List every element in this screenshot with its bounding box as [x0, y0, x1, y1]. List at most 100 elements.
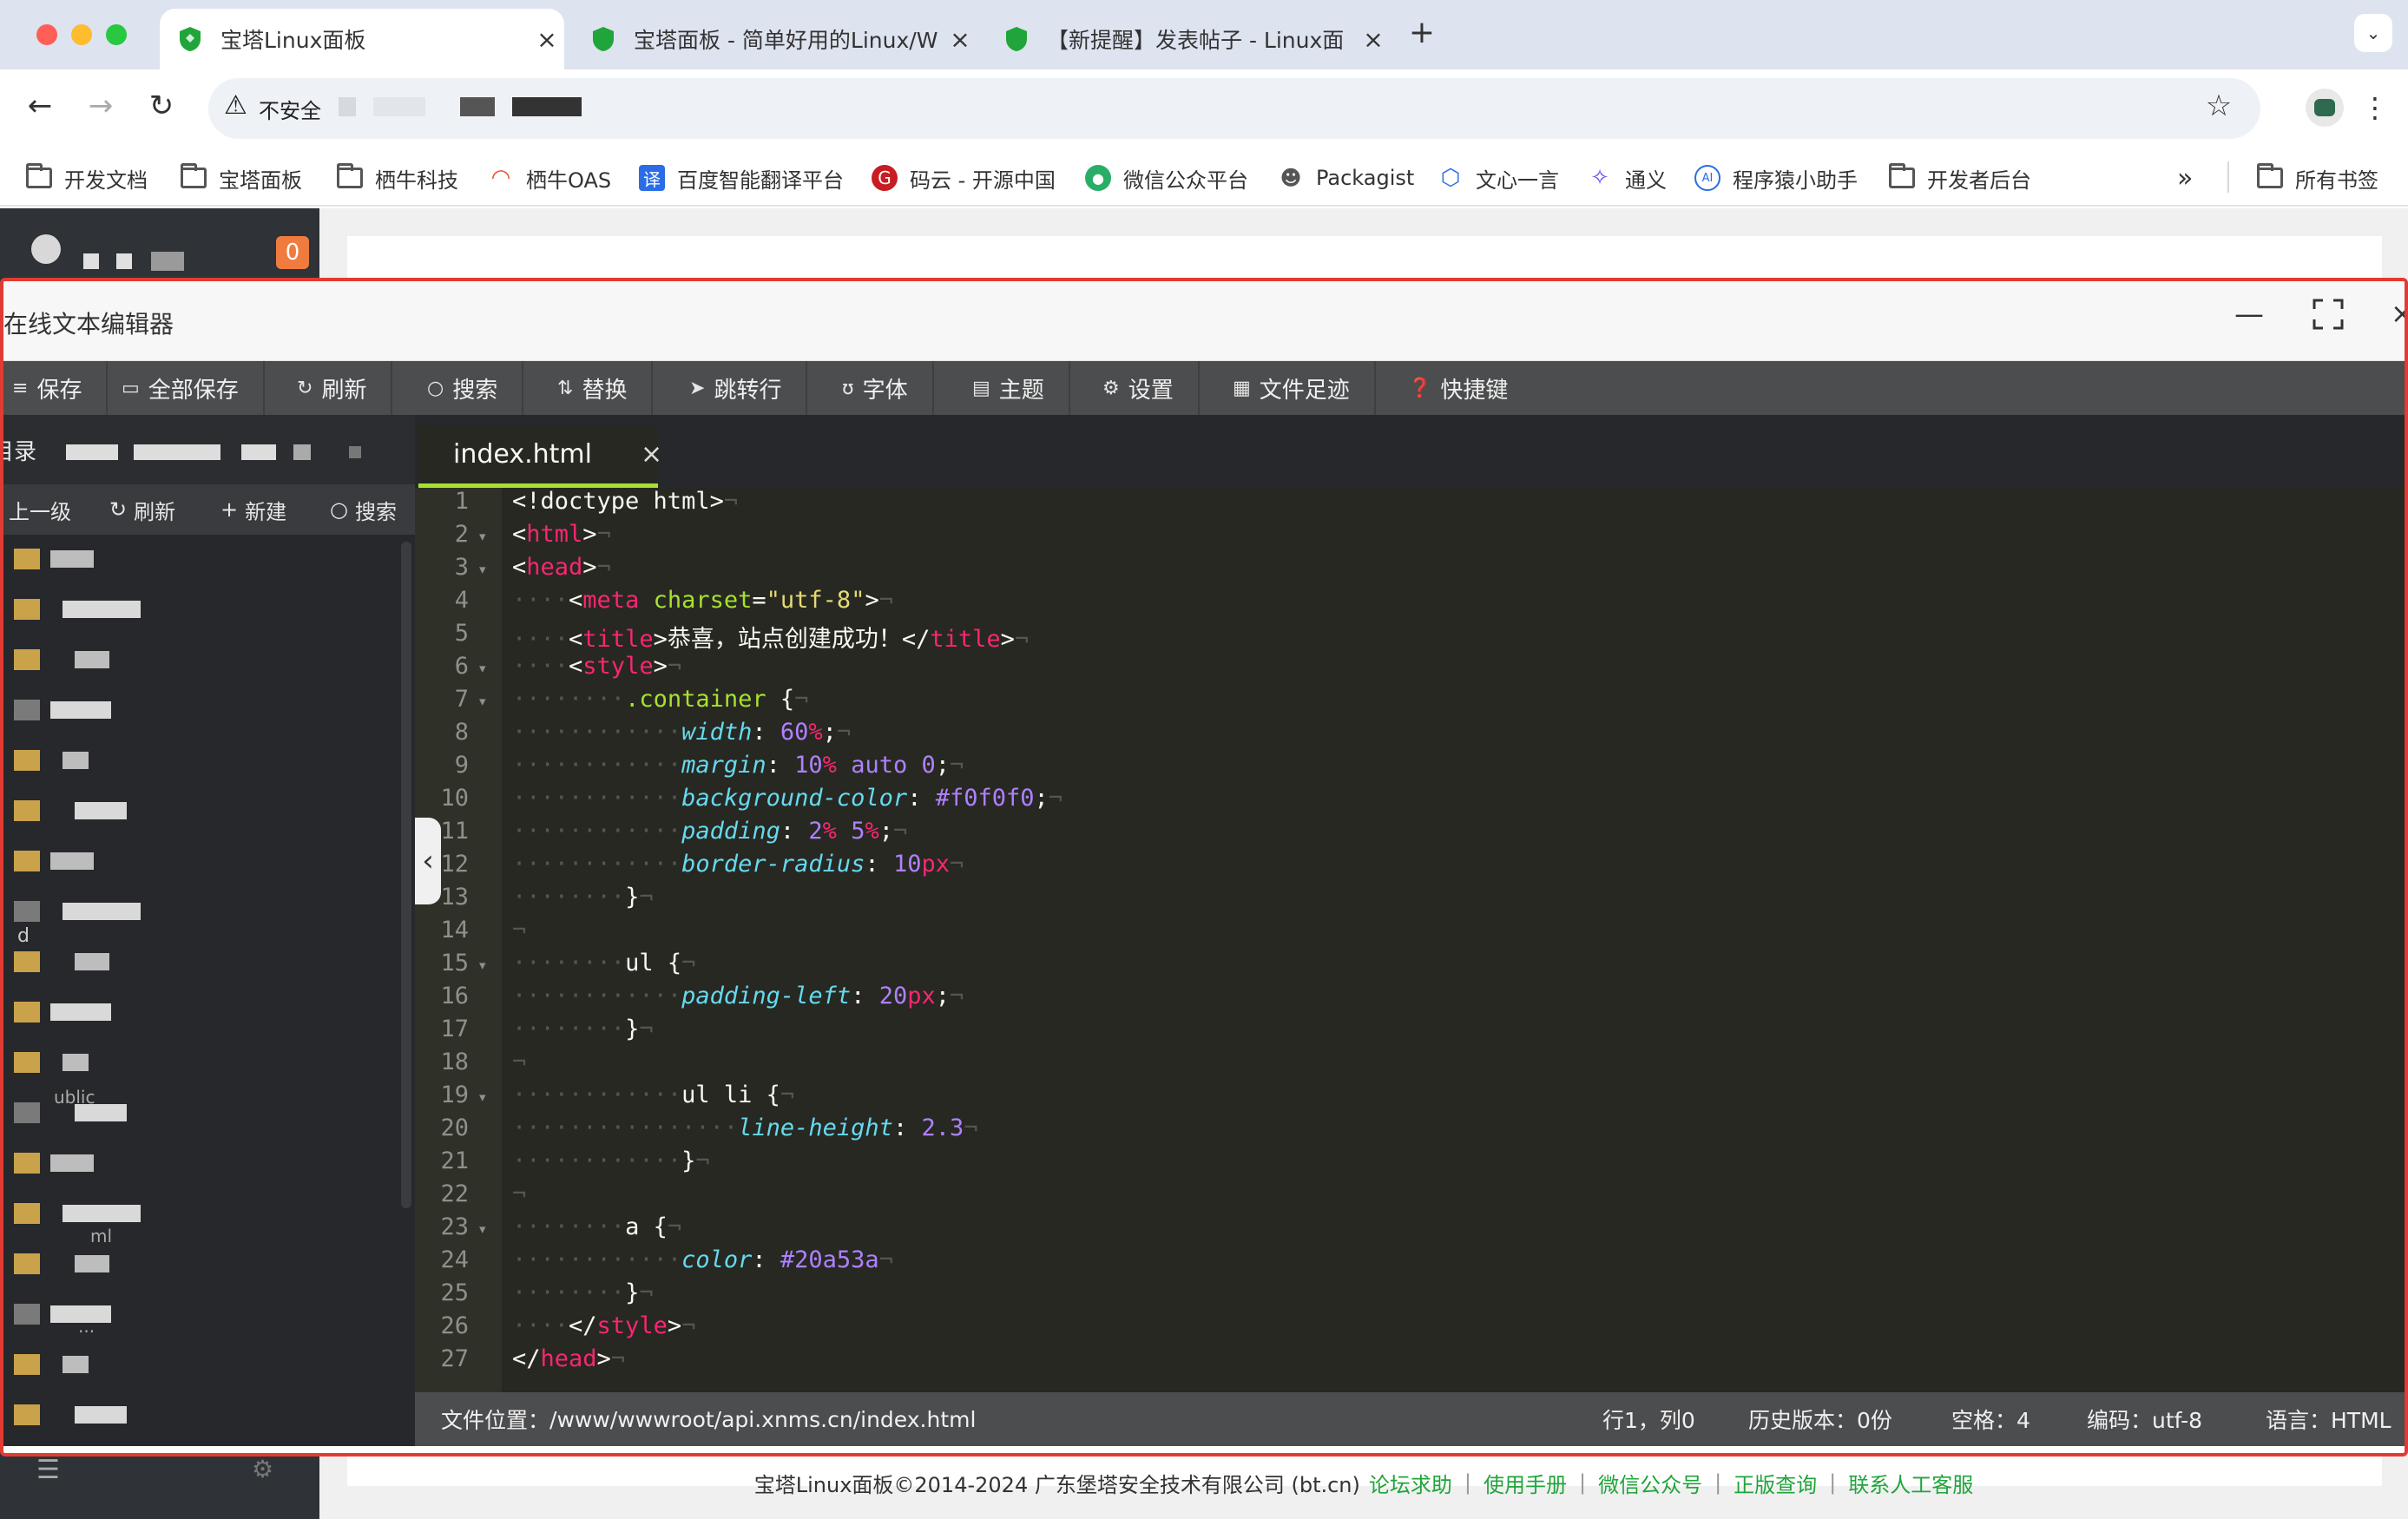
parent-dir-button[interactable]: 上一级 [9, 484, 71, 535]
tab-search-chevron-icon[interactable]: ⌄ [2354, 14, 2392, 52]
redacted-filename[interactable] [63, 601, 141, 618]
encoding[interactable]: 编码：utf-8 [2087, 1404, 2202, 1435]
footer-link-manual[interactable]: 使用手册 [1484, 1468, 1567, 1498]
bookmark-item[interactable]: ◠ 栖牛OAS [488, 149, 611, 207]
code-line: ········}¬ [512, 1279, 654, 1306]
fullscreen-icon[interactable] [2313, 299, 2344, 330]
redacted-filename[interactable] [50, 852, 94, 870]
tree-search-button[interactable]: ○ 搜索 [330, 484, 397, 535]
minimize-icon[interactable]: — [2234, 297, 2264, 332]
save-all-button[interactable]: ▭ 全部保存 [97, 361, 265, 415]
new-tab-button[interactable]: + [1403, 14, 1441, 52]
refresh-button[interactable]: ↻ 刷新 [273, 361, 393, 415]
redacted-filename[interactable] [63, 903, 141, 920]
theme-button[interactable]: ▤ 主题 [948, 361, 1070, 415]
bookmarks-overflow-icon[interactable]: » [2177, 149, 2193, 207]
redacted-filename[interactable] [63, 1205, 141, 1222]
close-icon[interactable]: × [2391, 297, 2405, 330]
redacted-filename[interactable] [63, 1356, 89, 1373]
window-close-button[interactable] [36, 24, 57, 45]
redacted-filename[interactable] [75, 953, 109, 970]
file-tabs: index.html × [415, 415, 2405, 488]
file-tab-close-icon[interactable]: × [641, 439, 662, 470]
browser-tab[interactable]: 【新提醒】发表帖子 - Linux面 × [986, 9, 1391, 69]
bookmark-item[interactable]: 栖牛科技 [337, 149, 458, 207]
footer-link-forum[interactable]: 论坛求助 [1369, 1468, 1452, 1498]
redacted-filename[interactable] [75, 1255, 109, 1272]
redacted-filename[interactable] [63, 1054, 89, 1071]
bookmark-item[interactable]: 开发者后台 [1889, 149, 2031, 207]
goto-line-button[interactable]: ➤ 跳转行 [665, 361, 808, 415]
tab-close-icon[interactable]: × [530, 25, 564, 54]
file-history-button[interactable]: ▦ 文件足迹 [1208, 361, 1376, 415]
tab-title: 【新提醒】发表帖子 - Linux面 [1047, 28, 1345, 53]
redacted-filename[interactable] [50, 550, 94, 568]
font-button[interactable]: ʊ 字体 [818, 361, 934, 415]
file-tree-list[interactable] [3, 535, 415, 1446]
search-button[interactable]: ○ 搜索 [403, 361, 524, 415]
redacted-filename[interactable] [50, 1154, 94, 1172]
refresh-icon: ↻ [297, 377, 313, 399]
bookmark-item[interactable]: 译百度智能翻译平台 [639, 149, 844, 207]
code-editor[interactable]: index.html × 1 2 ▾ 3 ▾ 4 5 6 ▾ 7 ▾ 8 9 10 11 12 13 14 15 ▾ 1… [415, 415, 2405, 1392]
bookmark-item[interactable]: ☻ Packagist [1278, 149, 1414, 207]
replace-button[interactable]: ⇅ 替换 [533, 361, 654, 415]
window-minimize-button[interactable] [71, 24, 92, 45]
notification-badge[interactable]: 0 [276, 236, 309, 269]
address-bar[interactable]: ⚠ 不安全 ☆ [208, 78, 2260, 139]
bookmark-item[interactable]: G 码云 - 开源中国 [872, 149, 1056, 207]
folder-icon [14, 1052, 40, 1073]
code-line: ············padding: 2% 5%;¬ [512, 818, 908, 845]
bookmark-item[interactable]: ● 微信公众平台 [1085, 149, 1248, 207]
translate-icon: 译 [639, 165, 665, 191]
bookmark-star-icon[interactable]: ☆ [2200, 89, 2238, 127]
footer-link-wechat[interactable]: 微信公众号 [1598, 1468, 1702, 1498]
tab-close-icon[interactable]: × [943, 25, 977, 54]
folder-icon [14, 649, 40, 670]
collapse-menu-icon[interactable]: ☰ [36, 1455, 60, 1485]
language-mode[interactable]: 语言：HTML [2266, 1404, 2392, 1435]
redacted-filename[interactable] [75, 1406, 127, 1424]
reload-icon[interactable]: ↻ [142, 89, 181, 127]
bookmark-item[interactable]: ✧ 通义 [1587, 149, 1667, 207]
bookmark-item[interactable]: 开发文档 [26, 149, 148, 207]
code-line: ········ul {¬ [512, 950, 696, 976]
browser-menu-icon[interactable]: ⋮ [2361, 89, 2389, 127]
save-all-icon: ▭ [122, 377, 140, 399]
browser-tab[interactable]: 宝塔面板 - 简单好用的Linux/W × [573, 9, 977, 69]
forward-arrow-icon[interactable]: → [82, 89, 120, 127]
all-bookmarks[interactable]: 所有书签 [2257, 149, 2378, 207]
shortcuts-button[interactable]: ❓ 快捷键 [1384, 361, 1532, 415]
redacted-filename[interactable] [50, 701, 111, 719]
bookmark-item[interactable]: ⬡ 文心一言 [1438, 149, 1559, 207]
window-zoom-button[interactable] [106, 24, 127, 45]
profile-avatar[interactable] [2306, 89, 2344, 127]
bookmark-item[interactable]: AI 程序猿小助手 [1694, 149, 1858, 207]
settings-button[interactable]: ⚙ 设置 [1078, 361, 1200, 415]
sidebar-settings-icon[interactable]: ⚙ [252, 1455, 273, 1483]
redacted-filename[interactable] [63, 752, 89, 769]
code-line: ····<style>¬ [512, 653, 682, 680]
folder-icon [14, 1203, 40, 1224]
tree-new-button[interactable]: + 新建 [220, 484, 286, 535]
footer-link-support[interactable]: 联系人工客服 [1848, 1468, 1973, 1498]
tab-close-icon[interactable]: × [1356, 25, 1391, 54]
bookmark-item[interactable]: 宝塔面板 [181, 149, 302, 207]
file-tab-index-html[interactable]: index.html × [418, 425, 662, 488]
back-arrow-icon[interactable]: ← [21, 89, 59, 127]
folder-icon [337, 163, 363, 188]
indent-spaces[interactable]: 空格：4 [1951, 1404, 2030, 1435]
browser-tab-active[interactable]: 宝塔Linux面板 × [160, 9, 564, 69]
tree-scrollbar[interactable] [401, 542, 411, 1208]
tree-refresh-button[interactable]: ↻ 刷新 [109, 484, 175, 535]
code-lines[interactable]: <!doctype html>¬ <html>¬ <head>¬ ····<meta … [415, 488, 2405, 1392]
save-button[interactable]: ≡ 保存 [3, 361, 109, 415]
directory-label: 目录 [3, 438, 37, 465]
footer-link-license[interactable]: 正版查询 [1734, 1468, 1817, 1498]
redacted-filename[interactable] [75, 802, 127, 819]
code-line: ¬ [512, 1180, 527, 1207]
redacted-filename[interactable] [75, 651, 109, 668]
collapse-tree-chevron-icon[interactable]: ‹ [415, 818, 441, 904]
history-versions[interactable]: 历史版本：0份 [1748, 1404, 1892, 1435]
redacted-filename[interactable] [50, 1003, 111, 1021]
